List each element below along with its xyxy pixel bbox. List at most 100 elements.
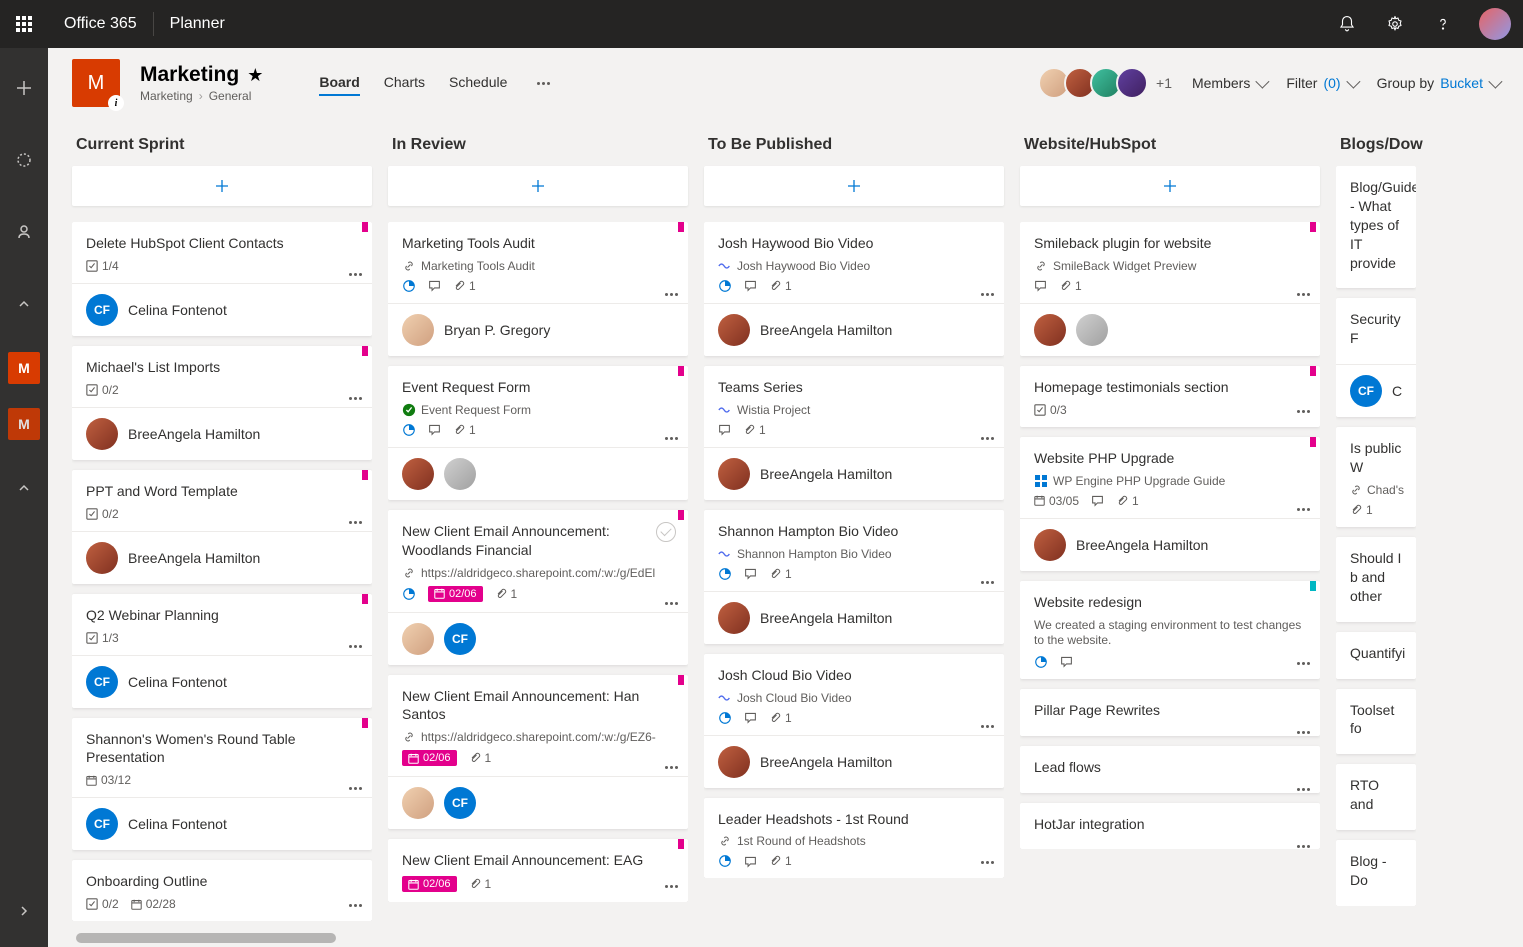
breadcrumb-root[interactable]: Marketing — [140, 89, 193, 103]
board-canvas[interactable]: Current Sprint Delete HubSpot Client Cont… — [48, 118, 1523, 947]
recent-plan-tile-2[interactable]: M — [8, 408, 40, 440]
add-task-button[interactable] — [1020, 166, 1320, 206]
breadcrumb-leaf[interactable]: General — [209, 89, 252, 103]
task-card[interactable]: Blog - Do — [1336, 840, 1416, 906]
task-card[interactable]: Shannon Hampton Bio VideoShannon Hampton… — [704, 510, 1004, 644]
task-card[interactable]: Lead flows — [1020, 746, 1320, 793]
members-dropdown[interactable]: Members — [1192, 75, 1266, 91]
task-card[interactable]: Event Request FormEvent Request Form1 — [388, 366, 688, 500]
task-card[interactable]: Delete HubSpot Client Contacts1/4CFCelin… — [72, 222, 372, 336]
task-card[interactable]: RTO and — [1336, 764, 1416, 830]
new-plan-icon[interactable] — [0, 64, 48, 112]
task-card[interactable]: Website PHP UpgradeWP Engine PHP Upgrade… — [1020, 437, 1320, 571]
bucket-header[interactable]: Blogs/Dow — [1336, 130, 1416, 166]
task-more-icon[interactable] — [349, 787, 362, 790]
task-attachment-link[interactable]: Marketing Tools Audit — [402, 259, 674, 273]
task-card[interactable]: Leader Headshots - 1st Round1st Round of… — [704, 798, 1004, 879]
task-more-icon[interactable] — [665, 293, 678, 296]
task-card[interactable]: Smileback plugin for websiteSmileBack Wi… — [1020, 222, 1320, 356]
my-tasks-icon[interactable] — [0, 208, 48, 256]
task-more-icon[interactable] — [981, 293, 994, 296]
member-overflow-count[interactable]: +1 — [1156, 75, 1172, 91]
task-card[interactable]: New Client Email Announcement: Han Santo… — [388, 675, 688, 830]
task-card[interactable]: Marketing Tools AuditMarketing Tools Aud… — [388, 222, 688, 356]
filter-dropdown[interactable]: Filter (0) — [1286, 75, 1356, 91]
task-more-icon[interactable] — [665, 766, 678, 769]
task-more-icon[interactable] — [349, 645, 362, 648]
task-card[interactable]: Josh Cloud Bio VideoJosh Cloud Bio Video… — [704, 654, 1004, 788]
task-more-icon[interactable] — [1297, 662, 1310, 665]
task-attachment-link[interactable]: Shannon Hampton Bio Video — [718, 547, 990, 561]
favorite-star-icon[interactable]: ★ — [247, 65, 263, 86]
task-more-icon[interactable] — [1297, 788, 1310, 791]
task-card[interactable]: Pillar Page Rewrites — [1020, 689, 1320, 736]
bucket-header[interactable]: Website/HubSpot — [1020, 130, 1320, 166]
groupby-dropdown[interactable]: Group by Bucket — [1377, 75, 1499, 91]
bucket-header[interactable]: In Review — [388, 130, 688, 166]
bucket-header[interactable]: To Be Published — [704, 130, 1004, 166]
task-more-icon[interactable] — [981, 581, 994, 584]
info-badge-icon[interactable]: i — [108, 95, 124, 111]
add-task-button[interactable] — [704, 166, 1004, 206]
task-more-icon[interactable] — [1297, 293, 1310, 296]
task-card[interactable]: Quantifyi — [1336, 632, 1416, 679]
recent-plan-tile-1[interactable]: M — [8, 352, 40, 384]
task-attachment-link[interactable]: WP Engine PHP Upgrade Guide — [1034, 474, 1306, 488]
task-attachment-link[interactable]: Wistia Project — [718, 403, 990, 417]
task-attachment-link[interactable]: https://aldridgeco.sharepoint.com/:w:/g/… — [402, 566, 674, 580]
task-attachment-link[interactable]: Josh Haywood Bio Video — [718, 259, 990, 273]
task-more-icon[interactable] — [665, 602, 678, 605]
add-task-button[interactable] — [72, 166, 372, 206]
task-card[interactable]: New Client Email Announcement: Woodlands… — [388, 510, 688, 665]
task-card[interactable]: Onboarding Outline0/202/28 — [72, 860, 372, 921]
task-attachment-link[interactable]: Event Request Form — [402, 403, 674, 417]
notifications-icon[interactable] — [1323, 0, 1371, 48]
task-more-icon[interactable] — [1297, 508, 1310, 511]
chevron-up-icon-2[interactable] — [0, 464, 48, 512]
task-card[interactable]: Security FCFC — [1336, 298, 1416, 417]
task-more-icon[interactable] — [1297, 731, 1310, 734]
user-avatar[interactable] — [1479, 8, 1511, 40]
member-avatars[interactable]: +1 — [1044, 67, 1172, 99]
task-more-icon[interactable] — [665, 885, 678, 888]
task-attachment-link[interactable]: 1st Round of Headshots — [718, 834, 990, 848]
task-card[interactable]: Toolset fo — [1336, 689, 1416, 755]
app-name[interactable]: Planner — [154, 15, 241, 33]
task-card[interactable]: HotJar integration — [1020, 803, 1320, 850]
task-more-icon[interactable] — [349, 397, 362, 400]
task-card[interactable]: Blog/Guide - What types of IT provide — [1336, 166, 1416, 288]
task-attachment-link[interactable]: Josh Cloud Bio Video — [718, 691, 990, 705]
planner-hub-icon[interactable] — [0, 136, 48, 184]
task-card[interactable]: Q2 Webinar Planning1/3CFCelina Fontenot — [72, 594, 372, 708]
task-more-icon[interactable] — [349, 273, 362, 276]
task-card[interactable]: Should I b and other — [1336, 537, 1416, 622]
task-attachment-link[interactable]: https://aldridgeco.sharepoint.com/:w:/g/… — [402, 730, 674, 744]
task-card[interactable]: New Client Email Announcement: EAG02/061 — [388, 839, 688, 902]
task-attachment-link[interactable]: SmileBack Widget Preview — [1034, 259, 1306, 273]
task-card[interactable]: Homepage testimonials section0/3 — [1020, 366, 1320, 427]
task-card[interactable]: Shannon's Women's Round Table Presentati… — [72, 718, 372, 851]
chevron-right-icon[interactable] — [0, 887, 48, 935]
task-more-icon[interactable] — [349, 521, 362, 524]
task-attachment-link[interactable]: Chad's — [1350, 483, 1402, 497]
task-more-icon[interactable] — [981, 725, 994, 728]
add-task-button[interactable] — [388, 166, 688, 206]
settings-icon[interactable] — [1371, 0, 1419, 48]
task-card[interactable]: Website redesignWe created a staging env… — [1020, 581, 1320, 679]
complete-task-icon[interactable] — [656, 522, 676, 542]
task-card[interactable]: Teams SeriesWistia Project1BreeAngela Ha… — [704, 366, 1004, 500]
tab-board[interactable]: Board — [319, 70, 359, 96]
chevron-up-icon[interactable] — [0, 280, 48, 328]
horizontal-scrollbar[interactable] — [76, 933, 336, 943]
tab-schedule[interactable]: Schedule — [449, 70, 507, 96]
task-more-icon[interactable] — [981, 437, 994, 440]
task-more-icon[interactable] — [349, 904, 362, 907]
app-launcher-icon[interactable] — [0, 0, 48, 48]
more-views-icon[interactable] — [531, 82, 556, 85]
task-more-icon[interactable] — [1297, 845, 1310, 848]
task-card[interactable]: Josh Haywood Bio VideoJosh Haywood Bio V… — [704, 222, 1004, 356]
bucket-header[interactable]: Current Sprint — [72, 130, 372, 166]
task-more-icon[interactable] — [1297, 410, 1310, 413]
task-card[interactable]: Michael's List Imports0/2BreeAngela Hami… — [72, 346, 372, 460]
task-more-icon[interactable] — [665, 437, 678, 440]
